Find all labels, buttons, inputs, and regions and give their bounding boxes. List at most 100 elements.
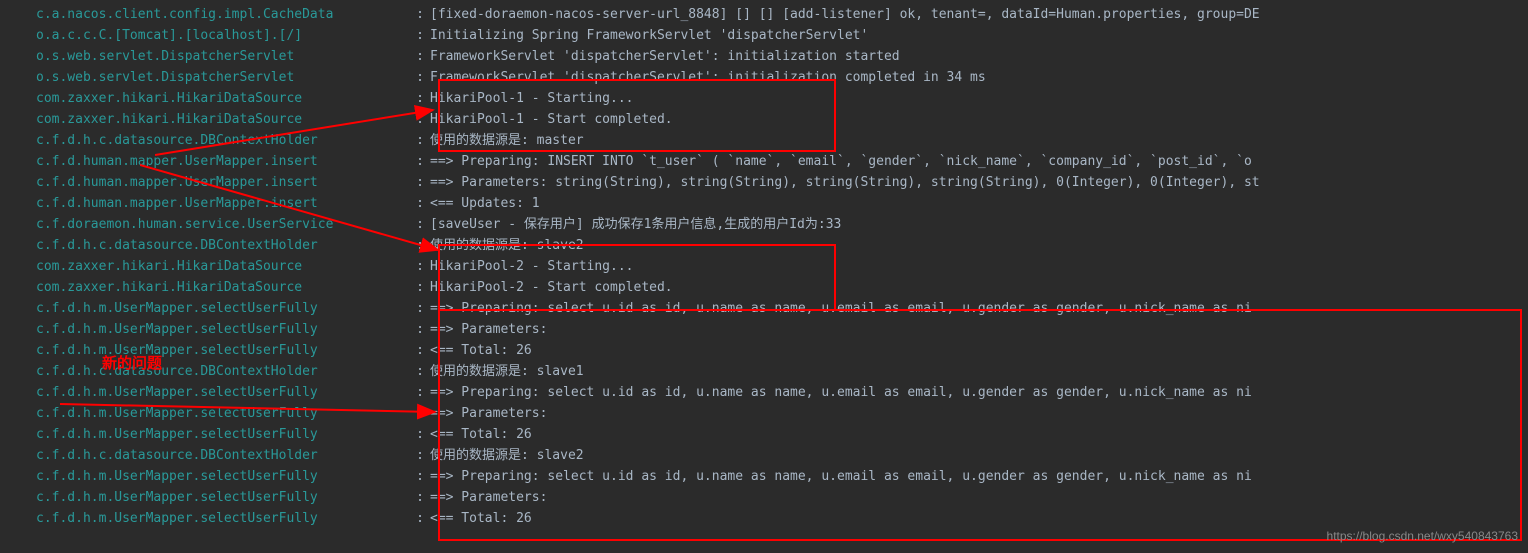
log-line[interactable]: c.f.d.human.mapper.UserMapper.insert:==>…: [0, 172, 1528, 193]
separator: :: [410, 319, 430, 340]
logger-name: c.f.d.human.mapper.UserMapper.insert: [0, 151, 410, 172]
log-line[interactable]: c.f.d.h.c.datasource.DBContextHolder:使用的…: [0, 361, 1528, 382]
watermark: https://blog.csdn.net/wxy540843763: [1327, 526, 1518, 547]
log-message: ==> Parameters: string(String), string(S…: [430, 172, 1528, 193]
log-message: Initializing Spring FrameworkServlet 'di…: [430, 25, 1528, 46]
log-message: ==> Parameters:: [430, 403, 1528, 424]
logger-name: c.f.d.h.m.UserMapper.selectUserFully: [0, 382, 410, 403]
logger-name: c.f.d.human.mapper.UserMapper.insert: [0, 193, 410, 214]
log-message: ==> Preparing: INSERT INTO `t_user` ( `n…: [430, 151, 1528, 172]
log-line[interactable]: c.f.doraemon.human.service.UserService:[…: [0, 214, 1528, 235]
separator: :: [410, 487, 430, 508]
logger-name: c.f.d.h.m.UserMapper.selectUserFully: [0, 403, 410, 424]
logger-name: c.f.d.h.c.datasource.DBContextHolder: [0, 445, 410, 466]
logger-name: c.f.d.h.m.UserMapper.selectUserFully: [0, 508, 410, 529]
log-line[interactable]: com.zaxxer.hikari.HikariDataSource:Hikar…: [0, 277, 1528, 298]
log-console[interactable]: c.a.nacos.client.config.impl.CacheData:[…: [0, 0, 1528, 533]
logger-name: c.f.doraemon.human.service.UserService: [0, 214, 410, 235]
logger-name: c.f.d.h.c.datasource.DBContextHolder: [0, 361, 410, 382]
separator: :: [410, 361, 430, 382]
log-message: HikariPool-2 - Starting...: [430, 256, 1528, 277]
separator: :: [410, 340, 430, 361]
logger-name: c.f.d.h.m.UserMapper.selectUserFully: [0, 487, 410, 508]
log-line[interactable]: c.f.d.h.c.datasource.DBContextHolder:使用的…: [0, 130, 1528, 151]
log-message: 使用的数据源是: master: [430, 130, 1528, 151]
logger-name: com.zaxxer.hikari.HikariDataSource: [0, 88, 410, 109]
log-line[interactable]: c.f.d.h.m.UserMapper.selectUserFully:==>…: [0, 298, 1528, 319]
logger-name: o.s.web.servlet.DispatcherServlet: [0, 67, 410, 88]
log-line[interactable]: c.f.d.h.c.datasource.DBContextHolder:使用的…: [0, 235, 1528, 256]
log-message: HikariPool-1 - Start completed.: [430, 109, 1528, 130]
log-message: FrameworkServlet 'dispatcherServlet': in…: [430, 67, 1528, 88]
log-message: HikariPool-2 - Start completed.: [430, 277, 1528, 298]
log-message: ==> Preparing: select u.id as id, u.name…: [430, 382, 1528, 403]
separator: :: [410, 382, 430, 403]
logger-name: o.s.web.servlet.DispatcherServlet: [0, 46, 410, 67]
separator: :: [410, 130, 430, 151]
log-line[interactable]: o.s.web.servlet.DispatcherServlet:Framew…: [0, 46, 1528, 67]
separator: :: [410, 466, 430, 487]
separator: :: [410, 4, 430, 25]
logger-name: c.f.d.h.m.UserMapper.selectUserFully: [0, 466, 410, 487]
logger-name: c.a.nacos.client.config.impl.CacheData: [0, 4, 410, 25]
logger-name: c.f.d.h.c.datasource.DBContextHolder: [0, 130, 410, 151]
separator: :: [410, 172, 430, 193]
separator: :: [410, 403, 430, 424]
log-line[interactable]: com.zaxxer.hikari.HikariDataSource:Hikar…: [0, 88, 1528, 109]
log-message: ==> Preparing: select u.id as id, u.name…: [430, 466, 1528, 487]
log-line[interactable]: o.a.c.c.C.[Tomcat].[localhost].[/]:Initi…: [0, 25, 1528, 46]
separator: :: [410, 298, 430, 319]
log-line[interactable]: c.f.d.h.m.UserMapper.selectUserFully:==>…: [0, 403, 1528, 424]
log-message: <== Updates: 1: [430, 193, 1528, 214]
log-message: 使用的数据源是: slave2: [430, 445, 1528, 466]
log-message: 使用的数据源是: slave2: [430, 235, 1528, 256]
log-line[interactable]: c.f.d.h.m.UserMapper.selectUserFully:<==…: [0, 508, 1528, 529]
log-line[interactable]: com.zaxxer.hikari.HikariDataSource:Hikar…: [0, 109, 1528, 130]
separator: :: [410, 235, 430, 256]
separator: :: [410, 277, 430, 298]
log-message: ==> Parameters:: [430, 487, 1528, 508]
separator: :: [410, 445, 430, 466]
log-line[interactable]: c.f.d.h.c.datasource.DBContextHolder:使用的…: [0, 445, 1528, 466]
log-line[interactable]: c.f.d.h.m.UserMapper.selectUserFully:==>…: [0, 382, 1528, 403]
log-line[interactable]: c.f.d.h.m.UserMapper.selectUserFully:==>…: [0, 319, 1528, 340]
separator: :: [410, 25, 430, 46]
log-message: ==> Parameters:: [430, 319, 1528, 340]
log-line[interactable]: o.s.web.servlet.DispatcherServlet:Framew…: [0, 67, 1528, 88]
logger-name: c.f.d.human.mapper.UserMapper.insert: [0, 172, 410, 193]
log-message: [saveUser - 保存用户] 成功保存1条用户信息,生成的用户Id为:33: [430, 214, 1528, 235]
logger-name: com.zaxxer.hikari.HikariDataSource: [0, 277, 410, 298]
separator: :: [410, 151, 430, 172]
separator: :: [410, 193, 430, 214]
log-line[interactable]: c.f.d.human.mapper.UserMapper.insert:==>…: [0, 151, 1528, 172]
log-line[interactable]: c.f.d.h.m.UserMapper.selectUserFully:==>…: [0, 466, 1528, 487]
separator: :: [410, 109, 430, 130]
separator: :: [410, 88, 430, 109]
separator: :: [410, 46, 430, 67]
log-message: 使用的数据源是: slave1: [430, 361, 1528, 382]
log-line[interactable]: c.f.d.human.mapper.UserMapper.insert:<==…: [0, 193, 1528, 214]
logger-name: c.f.d.h.m.UserMapper.selectUserFully: [0, 424, 410, 445]
log-line[interactable]: c.f.d.h.m.UserMapper.selectUserFully:==>…: [0, 487, 1528, 508]
log-line[interactable]: c.a.nacos.client.config.impl.CacheData:[…: [0, 4, 1528, 25]
log-line[interactable]: c.f.d.h.m.UserMapper.selectUserFully:<==…: [0, 340, 1528, 361]
log-message: HikariPool-1 - Starting...: [430, 88, 1528, 109]
log-message: FrameworkServlet 'dispatcherServlet': in…: [430, 46, 1528, 67]
log-message: <== Total: 26: [430, 340, 1528, 361]
log-message: [fixed-doraemon-nacos-server-url_8848] […: [430, 4, 1528, 25]
separator: :: [410, 256, 430, 277]
separator: :: [410, 67, 430, 88]
logger-name: com.zaxxer.hikari.HikariDataSource: [0, 256, 410, 277]
logger-name: c.f.d.h.m.UserMapper.selectUserFully: [0, 340, 410, 361]
separator: :: [410, 508, 430, 529]
logger-name: c.f.d.h.c.datasource.DBContextHolder: [0, 235, 410, 256]
logger-name: c.f.d.h.m.UserMapper.selectUserFully: [0, 319, 410, 340]
log-message: <== Total: 26: [430, 424, 1528, 445]
logger-name: com.zaxxer.hikari.HikariDataSource: [0, 109, 410, 130]
separator: :: [410, 424, 430, 445]
log-line[interactable]: c.f.d.h.m.UserMapper.selectUserFully:<==…: [0, 424, 1528, 445]
logger-name: c.f.d.h.m.UserMapper.selectUserFully: [0, 298, 410, 319]
logger-name: o.a.c.c.C.[Tomcat].[localhost].[/]: [0, 25, 410, 46]
separator: :: [410, 214, 430, 235]
log-line[interactable]: com.zaxxer.hikari.HikariDataSource:Hikar…: [0, 256, 1528, 277]
